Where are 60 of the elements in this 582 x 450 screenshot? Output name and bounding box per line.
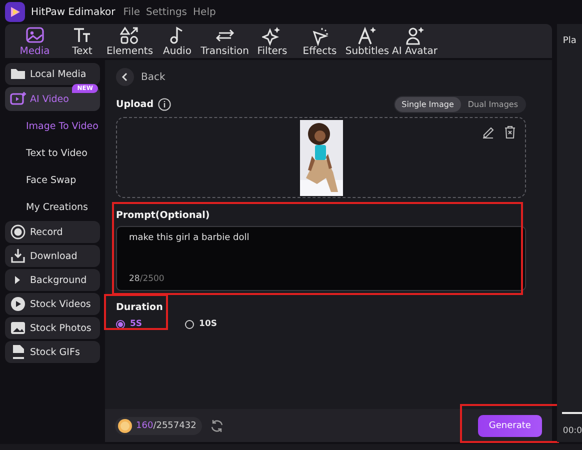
record-icon	[10, 224, 26, 240]
timeline-track	[562, 412, 582, 414]
section-label: Prompt(Optional)	[116, 210, 211, 221]
generate-button[interactable]: Generate	[478, 414, 542, 436]
back-button[interactable]: Back	[116, 68, 166, 86]
refresh-icon	[210, 418, 224, 432]
menu-item[interactable]: File	[123, 6, 140, 18]
toolbar-tab[interactable]: Subtitles	[344, 24, 391, 58]
toolbar-tab[interactable]: Elements	[106, 24, 154, 58]
toolbar-tab[interactable]: Effects	[296, 24, 344, 58]
mode-option[interactable]: Dual Images	[460, 97, 525, 112]
sidebar-subitem[interactable]: My Creations	[5, 195, 100, 219]
download-icon	[10, 248, 26, 264]
sidebar-subitem[interactable]: Text to Video	[5, 141, 100, 165]
image-icon	[24, 26, 45, 46]
character-count: 28/2500	[129, 274, 166, 284]
toolbar-tab[interactable]: Filters	[248, 24, 296, 58]
sidebar-item[interactable]: Record	[5, 221, 100, 243]
letter-a-icon	[357, 26, 378, 46]
toolbar-tab[interactable]: Transition	[201, 24, 248, 58]
sidebar-item[interactable]: Stock Videos	[5, 293, 100, 315]
shapes-icon	[120, 26, 140, 46]
info-icon	[158, 98, 171, 111]
sidebar-item[interactable]: Local Media	[5, 63, 100, 85]
play-icon	[10, 296, 26, 312]
credits-balance: 160/2557432	[115, 416, 202, 434]
panel-title: Pla	[562, 36, 578, 46]
folder-icon	[10, 66, 26, 82]
coin-icon	[118, 418, 132, 432]
section-label: Duration	[116, 302, 164, 313]
sidebar-item[interactable]: Stock GIFs	[5, 341, 100, 363]
toolbar-tab[interactable]: AI Avatar	[391, 24, 438, 58]
edit-icon	[481, 125, 495, 139]
toolbar-tab[interactable]: Text	[58, 24, 106, 58]
sidebar-item[interactable]: Stock Photos	[5, 317, 100, 339]
refresh-button[interactable]	[210, 418, 224, 432]
gif-file-icon	[10, 344, 26, 360]
sparkle-icon	[262, 26, 282, 46]
app-name: HitPaw Edimakor	[31, 6, 116, 18]
app-logo-icon	[5, 2, 25, 22]
video-plus-icon	[10, 91, 26, 107]
photo-icon	[10, 320, 26, 336]
toolbar-tab[interactable]: Media	[11, 24, 58, 58]
duration-radio[interactable]: 5S	[116, 319, 142, 329]
person-icon	[404, 26, 425, 46]
sidebar-item[interactable]: Background	[5, 269, 100, 291]
upload-area[interactable]	[116, 117, 526, 198]
duration-radio[interactable]: 10S	[185, 319, 217, 329]
prompt-field[interactable]: make this girl a barbie doll 28/2500	[116, 226, 526, 291]
section-label: Upload	[116, 99, 154, 110]
sidebar-item[interactable]: Download	[5, 245, 100, 267]
timecode: 00:0	[562, 426, 582, 436]
menu-item[interactable]: Settings	[146, 6, 188, 18]
sidebar-subitem[interactable]: Image To Video	[5, 114, 100, 138]
toolbar-tab[interactable]: Audio	[154, 24, 201, 58]
chevron-left-icon	[116, 68, 134, 86]
delete-icon	[503, 125, 517, 139]
menu-item[interactable]: Help	[193, 6, 216, 18]
sidebar-subitem[interactable]: Face Swap	[5, 168, 100, 192]
mode-option[interactable]: Single Image	[394, 97, 461, 112]
